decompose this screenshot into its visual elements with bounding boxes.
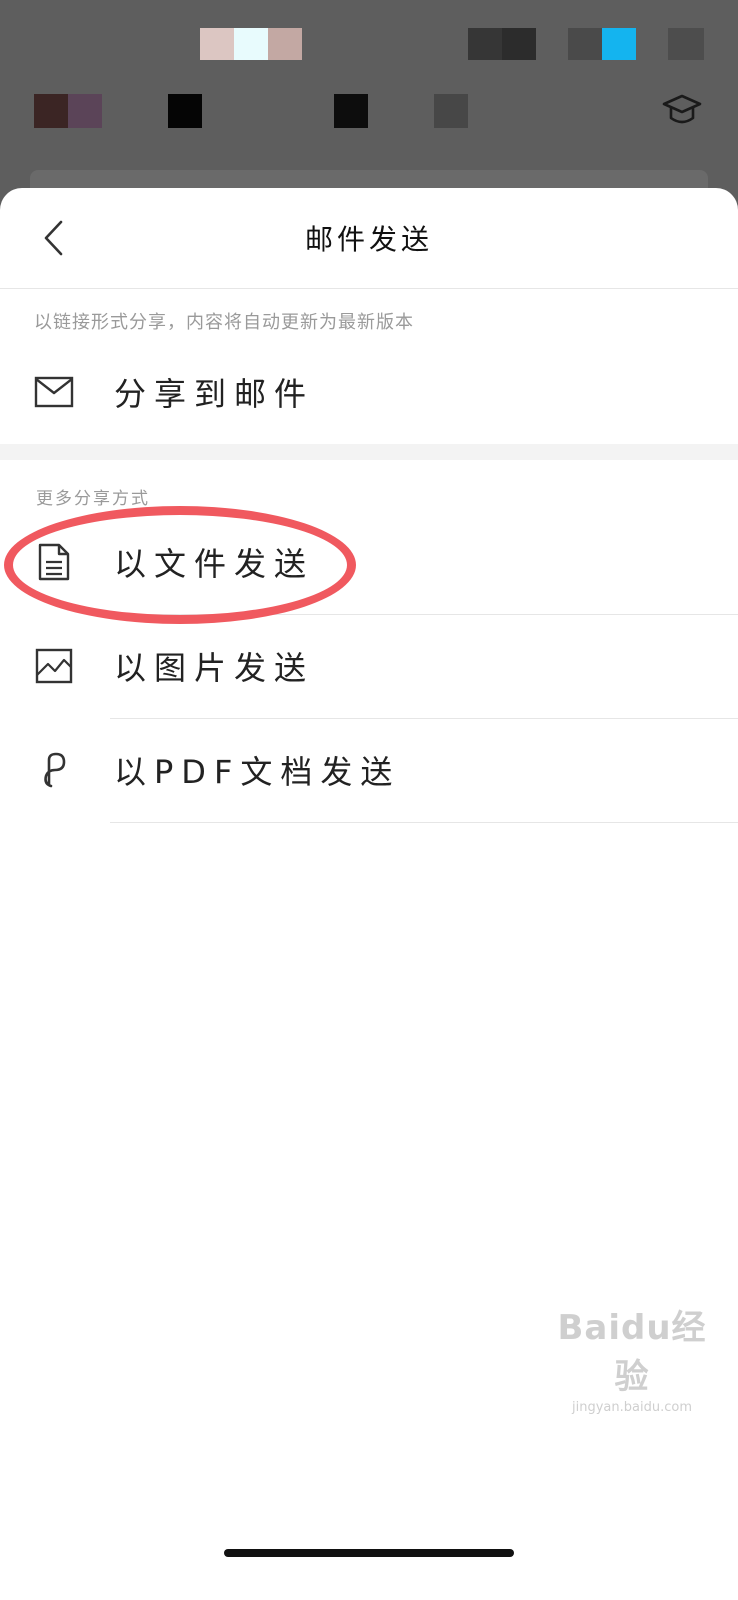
- section-separator: [0, 444, 738, 460]
- blurred-block: [434, 94, 468, 128]
- baidu-jingyan-watermark: Baidu经验 jingyan.baidu.com: [552, 1300, 712, 1415]
- send-as-image-row[interactable]: 以图片发送: [0, 614, 738, 718]
- watermark-url: jingyan.baidu.com: [572, 1400, 692, 1415]
- share-to-email-label: 分享到邮件: [114, 375, 315, 413]
- blurred-block: [268, 28, 302, 60]
- share-to-email-row[interactable]: 分享到邮件: [0, 340, 738, 444]
- blurred-block: [334, 94, 368, 128]
- more-share-section-label: 更多分享方式: [36, 489, 150, 509]
- sheet-title: 邮件发送: [304, 223, 433, 256]
- send-as-file-row[interactable]: 以文件发送: [0, 510, 738, 614]
- send-as-pdf-row[interactable]: 以PDF文档发送: [0, 718, 738, 822]
- graduation-cap-icon[interactable]: [660, 88, 704, 132]
- image-icon: [32, 644, 76, 688]
- blurred-block: [234, 28, 268, 60]
- send-as-file-label: 以文件发送: [114, 545, 315, 583]
- blurred-block: [68, 94, 102, 128]
- blurred-block: [34, 94, 68, 128]
- blurred-block: [502, 28, 536, 60]
- blurred-block: [200, 28, 234, 60]
- blurred-block: [168, 94, 202, 128]
- send-as-image-label: 以图片发送: [114, 649, 315, 687]
- document-icon: [32, 540, 76, 584]
- watermark-logo: Baidu经验: [557, 1308, 707, 1397]
- share-link-hint: 以链接形式分享，内容将自动更新为最新版本: [34, 312, 414, 333]
- blurred-block: [602, 28, 636, 60]
- pdf-icon: [32, 748, 76, 792]
- blurred-block: [568, 28, 602, 60]
- blurred-block: [668, 28, 704, 60]
- send-as-pdf-label: 以PDF文档发送: [114, 753, 401, 791]
- mail-icon: [32, 370, 76, 414]
- blurred-block: [468, 28, 502, 60]
- home-indicator[interactable]: [224, 1549, 514, 1557]
- row-divider: [110, 822, 738, 823]
- sheet-header: 邮件发送: [0, 188, 738, 289]
